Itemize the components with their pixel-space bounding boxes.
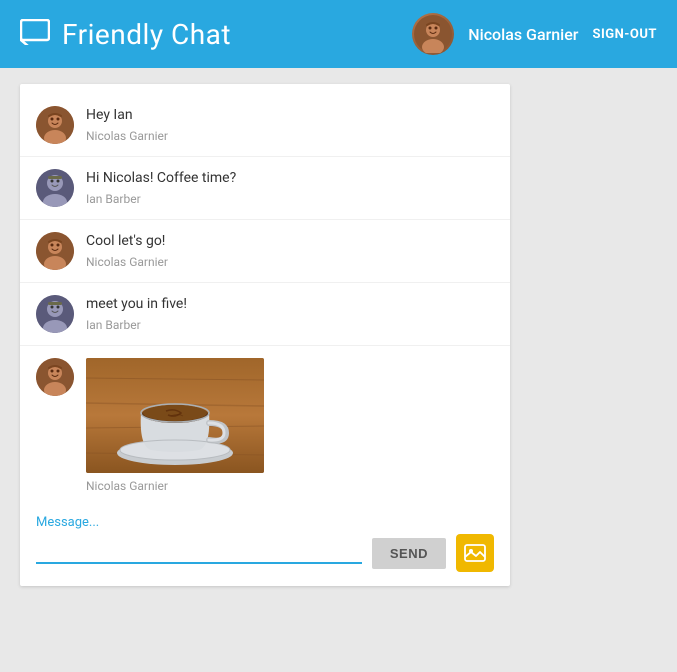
app-title: Friendly Chat	[62, 18, 231, 51]
message-text: meet you in five!	[86, 295, 494, 315]
message-sender: Nicolas Garnier	[86, 479, 494, 493]
app-header: Friendly Chat Nicolas Garnier SIGN-OUT	[0, 0, 677, 68]
message-sender: Ian Barber	[86, 318, 494, 332]
avatar	[36, 295, 74, 333]
message-label[interactable]: Message...	[36, 515, 494, 530]
input-area: Message... SEND	[20, 505, 510, 586]
avatar	[36, 232, 74, 270]
message-body: Nicolas Garnier	[86, 358, 494, 493]
chat-card: Hey Ian Nicolas Garnier	[20, 84, 510, 586]
message-image	[86, 358, 264, 473]
avatar	[36, 358, 74, 396]
message-body: meet you in five! Ian Barber	[86, 295, 494, 332]
send-button[interactable]: SEND	[372, 538, 446, 569]
message-text: Hey Ian	[86, 106, 494, 126]
message-body: Hey Ian Nicolas Garnier	[86, 106, 494, 143]
message-body: Cool let's go! Nicolas Garnier	[86, 232, 494, 269]
user-avatar	[412, 13, 454, 55]
header-left: Friendly Chat	[20, 18, 231, 51]
message-sender: Ian Barber	[86, 192, 494, 206]
message-sender: Nicolas Garnier	[86, 255, 494, 269]
message-body: Hi Nicolas! Coffee time? Ian Barber	[86, 169, 494, 206]
message-text: Cool let's go!	[86, 232, 494, 252]
message-text: Hi Nicolas! Coffee time?	[86, 169, 494, 189]
avatar	[36, 169, 74, 207]
username-label: Nicolas Garnier	[468, 25, 578, 44]
chat-icon	[20, 19, 50, 50]
table-row: Cool let's go! Nicolas Garnier	[20, 220, 510, 283]
table-row: meet you in five! Ian Barber	[20, 283, 510, 346]
message-list: Hey Ian Nicolas Garnier	[20, 84, 510, 505]
main-content: Hey Ian Nicolas Garnier	[0, 68, 677, 602]
avatar	[36, 106, 74, 144]
input-row: SEND	[36, 534, 494, 572]
message-input[interactable]	[36, 542, 362, 564]
table-row: Hey Ian Nicolas Garnier	[20, 94, 510, 157]
table-row: Hi Nicolas! Coffee time? Ian Barber	[20, 157, 510, 220]
message-sender: Nicolas Garnier	[86, 129, 494, 143]
sign-out-button[interactable]: SIGN-OUT	[592, 27, 657, 42]
image-upload-button[interactable]	[456, 534, 494, 572]
header-right: Nicolas Garnier SIGN-OUT	[412, 13, 657, 55]
table-row: Nicolas Garnier	[20, 346, 510, 505]
